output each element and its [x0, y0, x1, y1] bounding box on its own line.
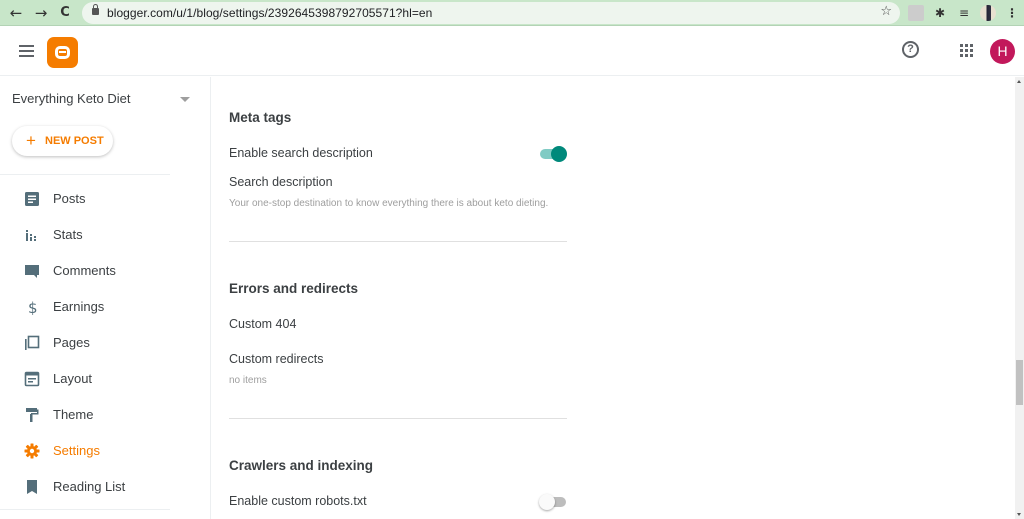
extensions-puzzle-icon[interactable]: ✱: [932, 5, 948, 21]
apps-grid-icon[interactable]: [960, 44, 974, 58]
reload-button[interactable]: C: [56, 4, 74, 22]
lock-icon: [92, 4, 99, 15]
stats-icon: [26, 230, 36, 241]
search-description-label[interactable]: Search description: [229, 175, 333, 189]
sidebar-item-posts[interactable]: Posts: [0, 181, 200, 217]
scroll-up-arrow-icon[interactable]: [1017, 80, 1021, 83]
blog-name: Everything Keto Diet: [12, 91, 131, 106]
enable-search-description-toggle[interactable]: [539, 146, 567, 162]
sidebar-item-label: Pages: [53, 335, 90, 350]
comments-icon: [25, 265, 39, 278]
arrow-left-icon: ←: [9, 4, 23, 22]
plus-icon: +: [26, 131, 36, 150]
sidebar: Everything Keto Diet + NEW POST Posts St…: [0, 77, 211, 519]
toggle-knob: [551, 146, 567, 162]
sidebar-item-comments[interactable]: Comments: [0, 253, 200, 289]
bookmark-icon: [27, 480, 37, 494]
dropdown-caret-icon: [180, 97, 190, 102]
new-post-button[interactable]: + NEW POST: [12, 126, 113, 156]
media-control-icon[interactable]: ≡: [956, 5, 972, 21]
profile-avatar-icon[interactable]: [980, 5, 996, 21]
enable-custom-robots-toggle[interactable]: [539, 494, 567, 510]
hamburger-menu-icon[interactable]: [19, 45, 34, 57]
section-divider: [229, 418, 567, 419]
app-header: ? H: [0, 27, 1024, 76]
pages-icon: [25, 335, 40, 350]
chrome-menu-icon[interactable]: ⋮: [1004, 5, 1020, 21]
layout-icon: [24, 371, 40, 387]
search-description-value[interactable]: Your one-stop destination to know everyt…: [229, 198, 548, 209]
sidebar-item-settings[interactable]: Settings: [0, 433, 200, 469]
extension-photo-icon[interactable]: [908, 5, 924, 21]
custom-404-setting[interactable]: Custom 404: [229, 317, 296, 331]
paint-roller-icon: [26, 408, 39, 422]
sidebar-divider: [0, 174, 170, 175]
section-title-crawlers-indexing: Crawlers and indexing: [229, 458, 374, 473]
bookmark-star-button[interactable]: ☆: [880, 4, 892, 19]
sidebar-item-label: Layout: [53, 371, 93, 386]
account-avatar[interactable]: H: [990, 39, 1015, 64]
sidebar-item-label: Earnings: [53, 299, 105, 314]
sidebar-item-label: Stats: [53, 227, 83, 242]
sidebar-item-layout[interactable]: Layout: [0, 361, 200, 397]
scrollbar-thumb[interactable]: [1016, 360, 1023, 405]
help-icon[interactable]: ?: [902, 41, 919, 58]
settings-content: Meta tags Enable search description Sear…: [212, 77, 1015, 519]
section-title-errors-redirects: Errors and redirects: [229, 281, 359, 296]
new-post-label: NEW POST: [45, 135, 104, 147]
scroll-down-arrow-icon[interactable]: [1017, 513, 1021, 516]
blogger-logo[interactable]: [47, 37, 78, 68]
section-divider: [229, 241, 567, 242]
svg-text:$: $: [28, 299, 38, 315]
reload-icon: C: [60, 5, 70, 20]
sidebar-item-earnings[interactable]: $ Earnings: [0, 289, 200, 325]
toggle-knob: [539, 494, 555, 510]
gear-icon: [24, 443, 40, 459]
posts-icon: [25, 192, 39, 206]
sidebar-item-label: Reading List: [53, 479, 126, 494]
address-bar[interactable]: blogger.com/u/1/blog/settings/2392645398…: [82, 2, 900, 24]
arrow-right-icon: →: [34, 4, 48, 22]
back-button[interactable]: ←: [7, 4, 25, 22]
dollar-icon: $: [28, 299, 38, 315]
sidebar-divider: [0, 509, 170, 510]
enable-search-description-label[interactable]: Enable search description: [229, 146, 373, 160]
sidebar-item-theme[interactable]: Theme: [0, 397, 200, 433]
forward-button[interactable]: →: [32, 4, 50, 22]
custom-redirects-value: no items: [229, 375, 267, 386]
sidebar-item-pages[interactable]: Pages: [0, 325, 200, 361]
sidebar-item-label: Posts: [53, 191, 86, 206]
sidebar-item-reading-list[interactable]: Reading List: [0, 469, 200, 505]
sidebar-item-label: Comments: [53, 263, 116, 278]
page-scrollbar[interactable]: [1015, 77, 1024, 519]
sidebar-item-label: Theme: [53, 407, 94, 422]
url-text[interactable]: blogger.com/u/1/blog/settings/2392645398…: [107, 6, 432, 20]
blog-selector[interactable]: Everything Keto Diet: [12, 91, 192, 111]
sidebar-item-stats[interactable]: Stats: [0, 217, 200, 253]
sidebar-item-label: Settings: [53, 443, 100, 458]
enable-custom-robots-label[interactable]: Enable custom robots.txt: [229, 494, 367, 508]
browser-toolbar: ← → C blogger.com/u/1/blog/settings/2392…: [0, 0, 1024, 26]
section-title-meta-tags: Meta tags: [229, 110, 292, 125]
custom-redirects-setting[interactable]: Custom redirects: [229, 352, 323, 366]
